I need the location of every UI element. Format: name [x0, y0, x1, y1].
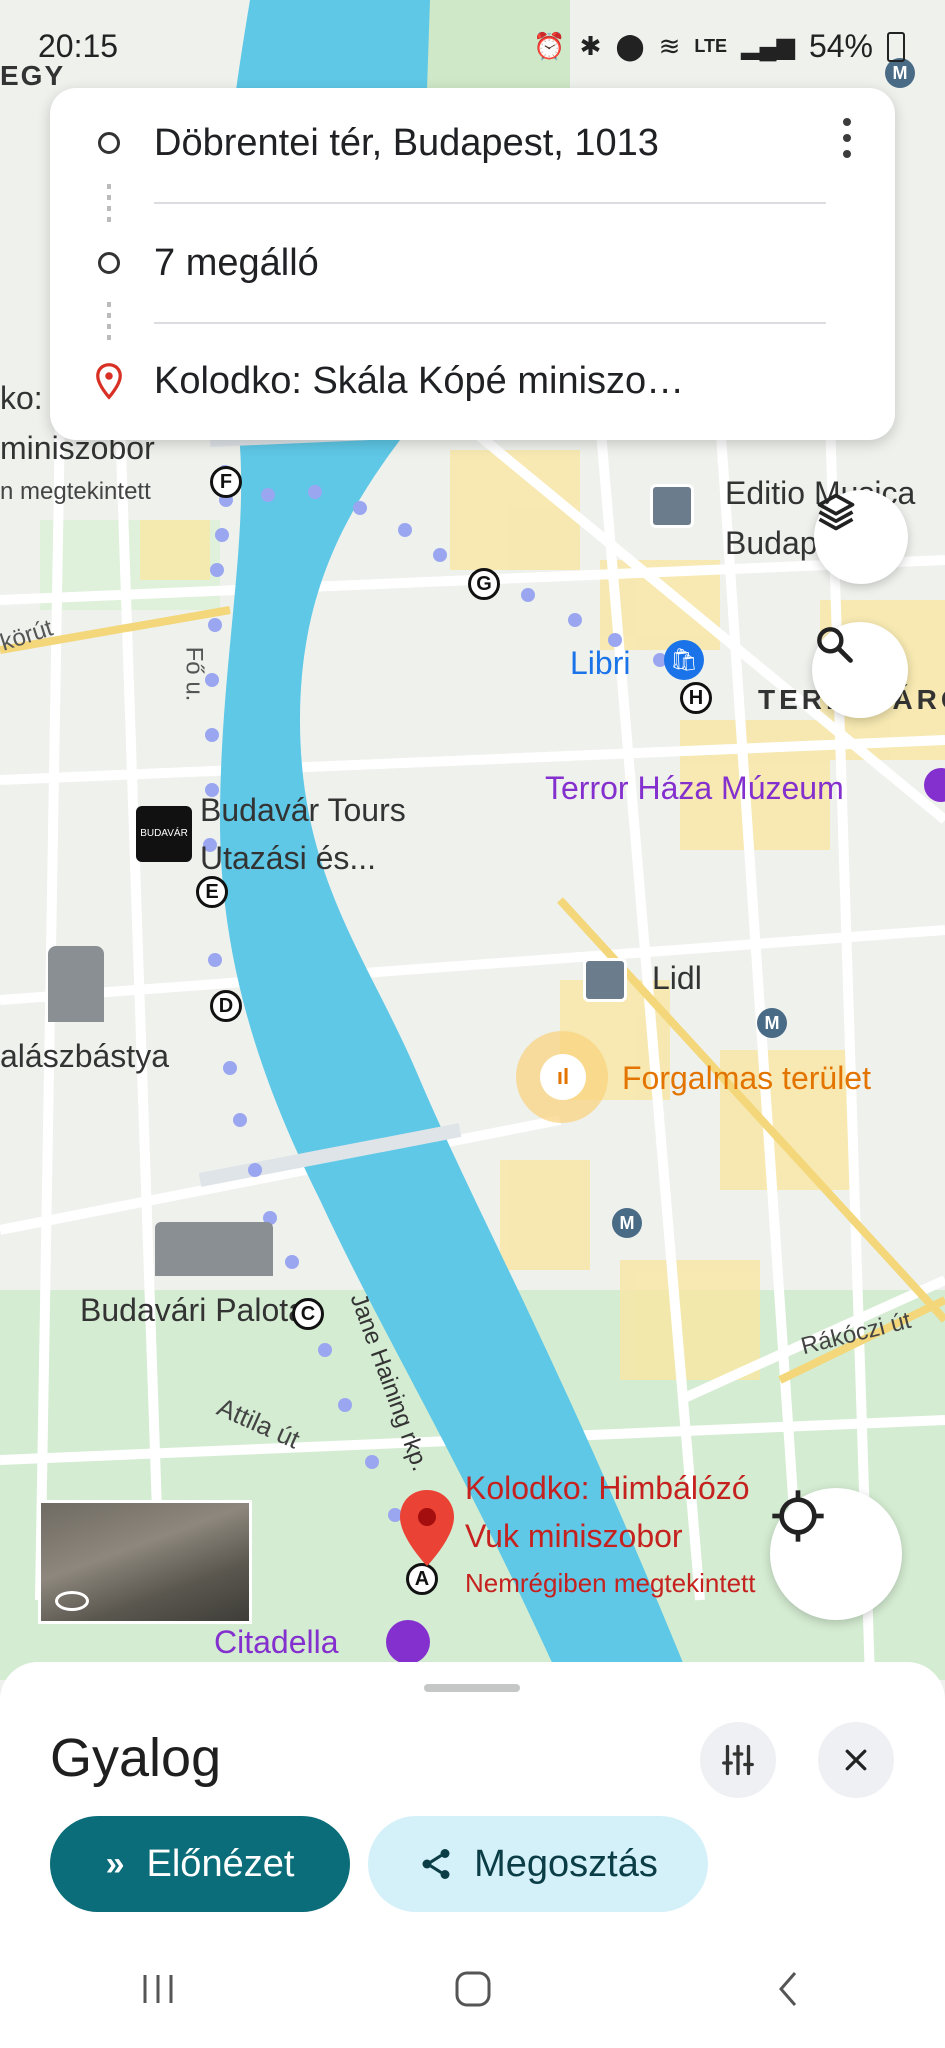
battery-percent: 54% — [808, 28, 873, 64]
preview-label: Előnézet — [146, 1842, 295, 1885]
route-stop-g[interactable]: G — [468, 568, 500, 600]
more-vert-icon[interactable] — [843, 118, 853, 158]
tour-logo-icon[interactable]: BUDAVÁR — [136, 806, 192, 862]
poi-label[interactable]: alászbástya — [0, 1038, 169, 1075]
location-icon: ⬤ — [615, 31, 645, 61]
bluetooth-icon: ✱ — [579, 31, 602, 61]
shopping-bag-icon[interactable]: 🛍 — [664, 640, 704, 680]
busy-area-icon[interactable]: ıl — [540, 1054, 586, 1100]
destination-text[interactable]: Kolodko: Skála Kópé miniszo… — [154, 360, 684, 403]
status-icons: ⏰ ✱ ⬤ ≋ LTE ▂▄▆ 54% — [533, 28, 905, 65]
metro-icon: M — [757, 1008, 787, 1038]
battery-icon — [887, 31, 905, 62]
origin-text[interactable]: Döbrentei tér, Budapest, 1013 — [154, 122, 659, 165]
route-stop-c[interactable]: C — [292, 1298, 324, 1330]
route-stop-d[interactable]: D — [210, 990, 242, 1022]
my-location-button[interactable] — [770, 1488, 902, 1620]
divider — [154, 322, 826, 324]
search-icon — [817, 627, 853, 663]
route-stop-f[interactable]: F — [210, 466, 242, 498]
map-label: ko: — [0, 380, 43, 416]
my-location-icon — [772, 1490, 824, 1542]
search-along-route-button[interactable] — [812, 622, 908, 718]
route-stop-e[interactable]: E — [196, 876, 228, 908]
destination-label[interactable]: Kolodko: Himbálózó — [465, 1470, 750, 1507]
route-stop-h[interactable]: H — [680, 682, 712, 714]
route-options-button[interactable] — [700, 1722, 776, 1798]
destination-pin-icon[interactable] — [396, 1488, 458, 1568]
landmark-icon — [48, 946, 104, 1022]
layers-icon — [817, 493, 855, 531]
palace-icon — [155, 1222, 273, 1276]
signal-icon: ▂▄▆ — [741, 33, 795, 60]
share-label: Megosztás — [474, 1842, 658, 1885]
destination-pin-icon — [96, 363, 122, 400]
system-nav-bar — [0, 1930, 945, 2048]
stops-row[interactable]: 7 megálló — [50, 208, 895, 318]
back-icon — [778, 1972, 796, 2006]
preview-button[interactable]: » Előnézet — [50, 1816, 350, 1912]
street-view-thumbnail[interactable] — [38, 1500, 252, 1624]
status-bar: 20:15 ⏰ ✱ ⬤ ≋ LTE ▂▄▆ 54% — [0, 0, 945, 86]
recent-apps-icon — [143, 1975, 172, 2003]
store-icon — [650, 484, 694, 528]
drag-handle[interactable] — [424, 1684, 520, 1692]
back-button[interactable] — [758, 1959, 818, 2019]
wifi-icon: ≋ — [658, 31, 681, 61]
destination-label[interactable]: Vuk miniszobor — [465, 1518, 683, 1555]
street-label: Fő u. — [180, 646, 208, 702]
home-icon — [455, 1971, 490, 2007]
poi-label-libri[interactable]: Libri — [570, 645, 630, 682]
rotate-360-icon — [55, 1591, 89, 1611]
poi-label-citadella[interactable]: Citadella — [214, 1624, 339, 1661]
poi-label[interactable]: Budavár Tours — [200, 792, 406, 829]
camera-icon[interactable] — [386, 1620, 430, 1664]
home-button[interactable] — [443, 1959, 503, 2019]
share-button[interactable]: Megosztás — [368, 1816, 708, 1912]
metro-icon: M — [612, 1208, 642, 1238]
double-chevron-right-icon: » — [105, 1844, 125, 1883]
layers-button[interactable] — [814, 490, 908, 584]
route-card: Döbrentei tér, Budapest, 1013 7 megálló … — [50, 88, 895, 440]
destination-sublabel: Nemrégiben megtekintett — [465, 1568, 756, 1598]
stops-circle-icon — [98, 252, 120, 274]
origin-circle-icon — [98, 132, 120, 154]
destination-row[interactable]: Kolodko: Skála Kópé miniszo… — [50, 326, 895, 436]
status-time: 20:15 — [38, 28, 119, 64]
poi-label[interactable]: Utazási és... — [200, 840, 376, 877]
close-icon — [845, 1749, 867, 1771]
travel-mode-title: Gyalog — [50, 1728, 222, 1788]
busy-area-label[interactable]: Forgalmas terület — [622, 1060, 871, 1097]
tune-icon — [722, 1744, 754, 1776]
alarm-icon: ⏰ — [533, 31, 566, 61]
poi-label-lidl[interactable]: Lidl — [652, 960, 702, 997]
store-icon — [583, 958, 627, 1002]
poi-label-terror[interactable]: Terror Háza Múzeum — [545, 770, 844, 807]
share-icon — [422, 1849, 450, 1879]
stops-text[interactable]: 7 megálló — [154, 242, 319, 285]
close-button[interactable] — [818, 1722, 894, 1798]
poi-label[interactable]: Budavári Palota — [80, 1292, 306, 1329]
origin-row[interactable]: Döbrentei tér, Budapest, 1013 — [50, 88, 895, 198]
recent-apps-button[interactable] — [128, 1959, 188, 2019]
network-type: LTE — [694, 36, 728, 56]
divider — [154, 202, 826, 204]
map-label: n megtekintett — [0, 478, 151, 505]
